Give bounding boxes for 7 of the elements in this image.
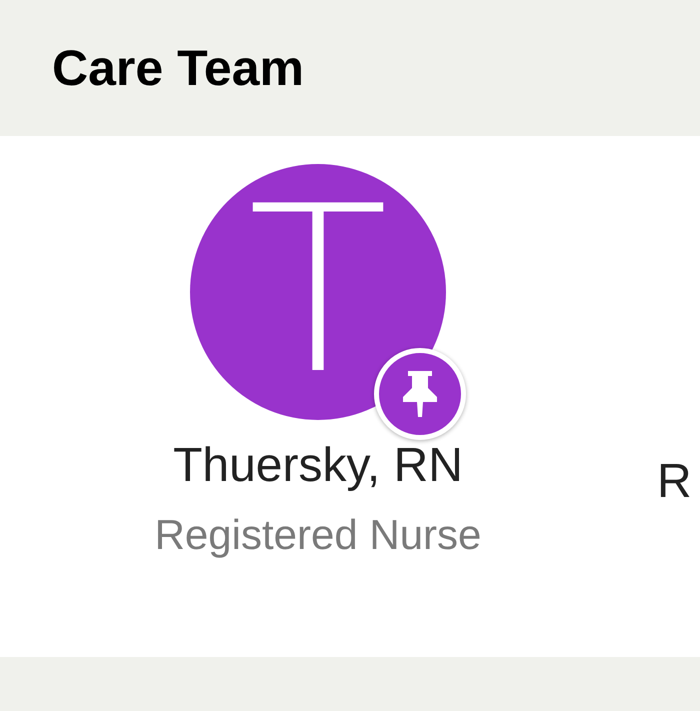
avatar-initial: T — [248, 177, 388, 407]
member-name: R — [657, 456, 693, 509]
member-name: Thuersky, RN — [173, 440, 463, 493]
section-title: Care Team — [52, 39, 304, 98]
pushpin-icon — [400, 369, 440, 419]
member-role: Registered Nurse — [154, 510, 482, 560]
avatar[interactable]: T — [190, 164, 446, 420]
